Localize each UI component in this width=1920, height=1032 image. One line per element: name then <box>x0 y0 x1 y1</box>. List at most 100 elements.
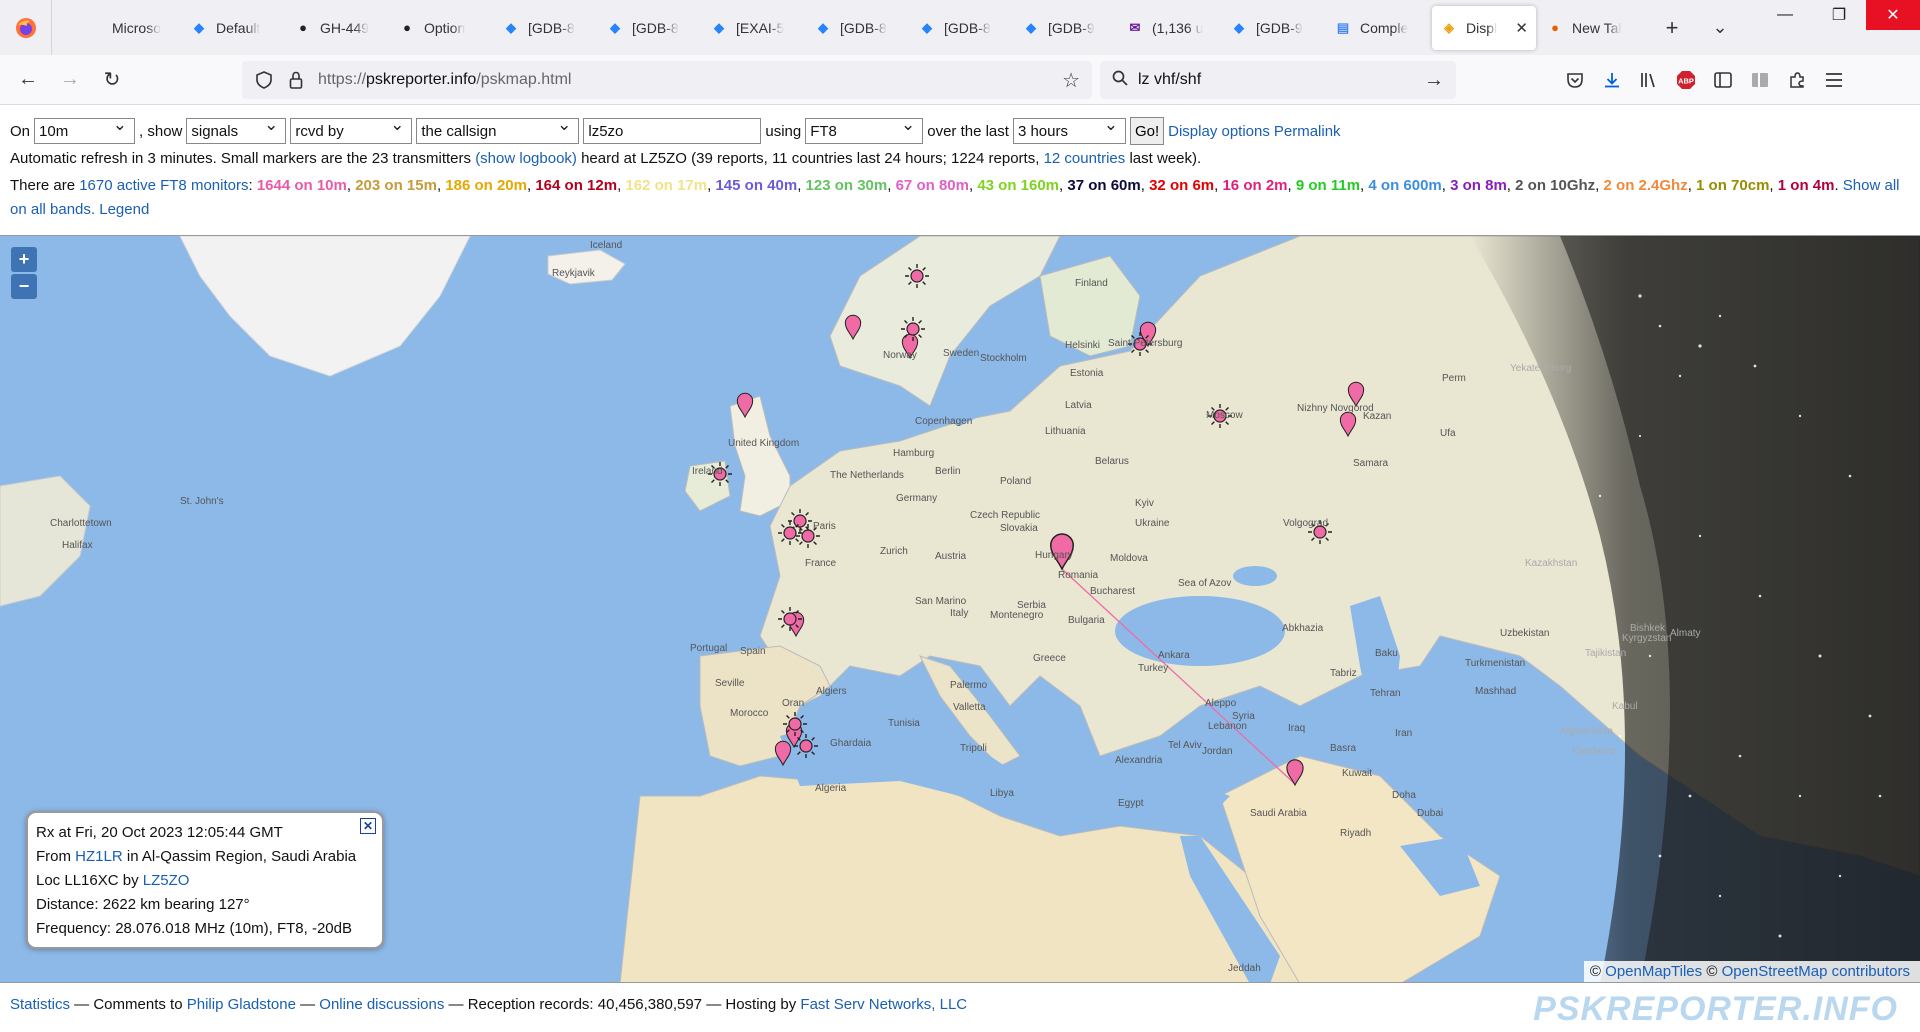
map-place-label: Moscow <box>1206 410 1243 421</box>
zoom-out-button[interactable]: − <box>11 274 37 299</box>
minimize-icon[interactable]: — <box>1758 0 1812 30</box>
map-place-label: Saudi Arabia <box>1250 808 1307 819</box>
map-place-label: Iceland <box>590 240 622 251</box>
search-text[interactable]: lz vhf/shf <box>1138 71 1201 89</box>
browser-tab[interactable]: ◆ [GDB-9 <box>1014 6 1118 50</box>
back-arrow-icon[interactable]: ← <box>8 60 48 100</box>
zoom-in-button[interactable]: + <box>11 247 37 272</box>
band-count-link[interactable]: 2 on 10Ghz <box>1515 177 1595 194</box>
search-bar[interactable]: lz vhf/shf → <box>1100 61 1456 99</box>
extensions-icon[interactable] <box>1778 60 1815 100</box>
browser-tab[interactable]: ✉ (1,136 u <box>1118 6 1222 50</box>
band-count-link[interactable]: 4 on 600m <box>1368 177 1441 194</box>
map-place-label: Estonia <box>1070 368 1104 379</box>
browser-tab[interactable]: ● New Tal <box>1538 6 1642 50</box>
band-count-link[interactable]: 2 on 2.4Ghz <box>1604 177 1688 194</box>
band-count-link[interactable]: 32 on 6m <box>1149 177 1214 194</box>
band-count-link[interactable]: 43 on 160m <box>977 177 1059 194</box>
map-place-label: Dubai <box>1417 808 1443 819</box>
popup-close-icon[interactable]: ✕ <box>360 818 376 834</box>
permalink-link[interactable]: Permalink <box>1274 123 1341 140</box>
browser-tab[interactable]: Microso <box>78 6 182 50</box>
legend-link[interactable]: Legend <box>99 201 149 218</box>
band-count-link[interactable]: 3 on 8m <box>1450 177 1507 194</box>
browser-tab[interactable]: ◈ Displ ✕ <box>1432 5 1536 50</box>
map-place-label: Slovakia <box>1000 523 1038 534</box>
download-icon[interactable] <box>1593 60 1630 100</box>
list-all-tabs-icon[interactable]: ⌄ <box>1696 6 1744 50</box>
band-count-link[interactable]: 16 on 2m <box>1222 177 1287 194</box>
browser-tab[interactable]: ◆ [GDB-9 <box>1222 6 1326 50</box>
band-select[interactable]: 10m <box>34 118 136 144</box>
window-close-icon[interactable]: ✕ <box>1866 0 1920 30</box>
philip-gladstone-link[interactable]: Philip Gladstone <box>187 996 296 1013</box>
browser-tab[interactable]: ◆ Default <box>182 6 286 50</box>
shield-icon[interactable] <box>248 71 280 89</box>
band-count-link[interactable]: 1 on 70cm <box>1696 177 1769 194</box>
direction-select[interactable]: rcvd by <box>290 118 413 144</box>
firefox-menu-icon[interactable] <box>0 0 52 55</box>
restore-icon[interactable]: ❐ <box>1812 0 1866 30</box>
band-count-link[interactable]: 186 on 20m <box>445 177 527 194</box>
display-options-link[interactable]: Display options <box>1168 123 1270 140</box>
browser-tab[interactable]: ◆ [EXAI-5 <box>702 6 806 50</box>
browser-tab[interactable]: ◆ [GDB-8 <box>806 6 910 50</box>
info-text-1: Automatic refresh in 3 minutes. Small ma… <box>10 150 472 167</box>
band-count-link[interactable]: 67 on 80m <box>896 177 969 194</box>
statistics-link[interactable]: Statistics <box>10 996 70 1013</box>
forward-arrow-icon[interactable]: → <box>50 60 90 100</box>
band-count-link[interactable]: 1 on 4m <box>1778 177 1835 194</box>
openstreetmap-link[interactable]: OpenStreetMap contributors <box>1722 963 1910 980</box>
lock-icon[interactable] <box>280 71 312 89</box>
band-count-link[interactable]: 164 on 12m <box>535 177 617 194</box>
popup-from-callsign-link[interactable]: HZ1LR <box>75 848 123 865</box>
tab-list: Microso ◆ Default ● GH-449 ● Option ◆ [GDB-8 ◆ [GD… <box>78 5 1642 50</box>
band-count-link[interactable]: 9 on 11m <box>1296 177 1360 194</box>
band-count-link[interactable]: 1644 on 10m <box>257 177 347 194</box>
period-select[interactable]: 3 hours <box>1012 118 1126 144</box>
url-text[interactable]: https://pskreporter.info/pskmap.html <box>318 71 571 89</box>
browser-tab[interactable]: ● GH-449 <box>286 6 390 50</box>
map-place-label: Germany <box>896 493 937 504</box>
map-place-label: Aleppo <box>1205 698 1237 709</box>
band-count-link[interactable]: 162 on 17m <box>625 177 707 194</box>
callsign-input[interactable] <box>583 118 762 144</box>
band-count-link[interactable]: 145 on 40m <box>715 177 797 194</box>
hamburger-menu-icon[interactable] <box>1815 60 1852 100</box>
adblock-plus-icon[interactable]: ABP <box>1667 60 1704 100</box>
browser-tab[interactable]: ◆ [GDB-8 <box>910 6 1014 50</box>
browser-tab[interactable]: ◆ [GDB-8 <box>598 6 702 50</box>
browser-tab[interactable]: ▤ Comple <box>1326 6 1430 50</box>
go-button[interactable]: Go! <box>1129 117 1165 145</box>
map-place-label: Poland <box>1000 476 1031 487</box>
browser-tab[interactable]: ● Option <box>390 6 494 50</box>
popup-receiver-callsign-link[interactable]: LZ5ZO <box>143 872 190 889</box>
map-place-label: Sweden <box>943 348 979 359</box>
tab-close-icon[interactable]: ✕ <box>1515 19 1528 37</box>
active-monitors-link[interactable]: 1670 active FT8 monitors <box>79 177 248 194</box>
show-logbook-link[interactable]: (show logbook) <box>475 150 577 167</box>
bookmark-star-icon[interactable]: ☆ <box>1062 68 1080 93</box>
library-icon[interactable] <box>1630 60 1667 100</box>
pocket-icon[interactable] <box>1556 60 1593 100</box>
band-count-link[interactable]: 123 on 30m <box>806 177 888 194</box>
reader-view-icon[interactable] <box>1704 60 1741 100</box>
reload-icon[interactable]: ↻ <box>92 60 132 100</box>
sea-of-azov <box>1233 566 1277 586</box>
sidebar-icon[interactable] <box>1741 60 1778 100</box>
online-discussions-link[interactable]: Online discussions <box>319 996 444 1013</box>
browser-tab[interactable]: ◆ [GDB-8 <box>494 6 598 50</box>
show-select[interactable]: signals <box>186 118 287 144</box>
tab-label: [GDB-8 <box>840 19 887 36</box>
new-tab-plus-icon[interactable]: + <box>1648 6 1696 50</box>
countries-link[interactable]: 12 countries <box>1044 150 1126 167</box>
hosting-link[interactable]: Fast Serv Networks, LLC <box>800 996 967 1013</box>
band-count-link[interactable]: 37 on 60m <box>1067 177 1140 194</box>
url-bar[interactable]: https://pskreporter.info/pskmap.html ☆ <box>242 61 1092 99</box>
openmaptiles-link[interactable]: OpenMapTiles <box>1605 963 1702 980</box>
band-count-link[interactable]: 203 on 15m <box>355 177 437 194</box>
mode-select[interactable]: FT8 <box>805 118 924 144</box>
map-canvas[interactable]: Iceland Finland Norway Sweden Stockholm Helsi… <box>0 235 1920 983</box>
search-go-arrow-icon[interactable]: → <box>1424 69 1444 92</box>
who-select[interactable]: the callsign <box>416 118 580 144</box>
